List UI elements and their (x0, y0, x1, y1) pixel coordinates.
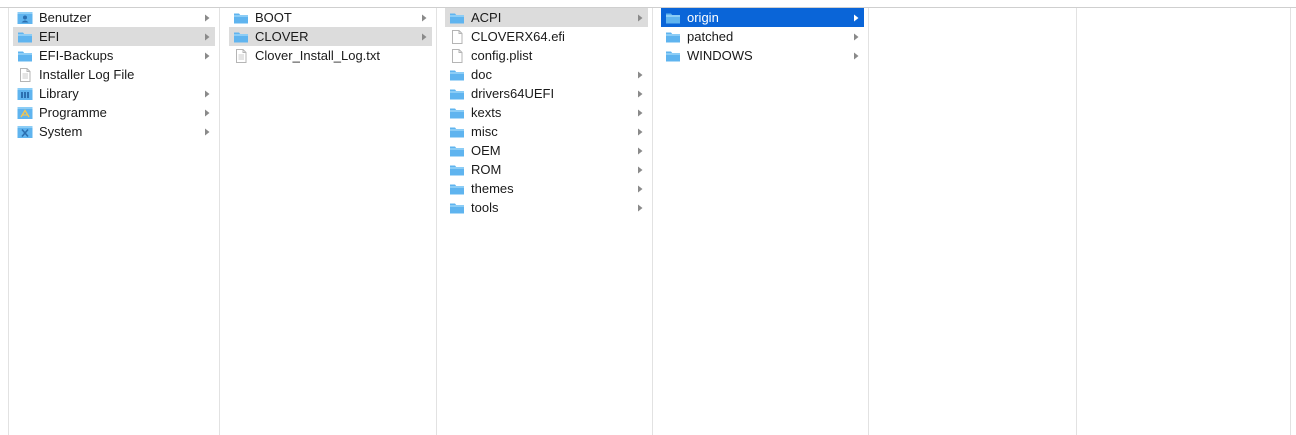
folder-row[interactable]: drivers64UEFI (445, 84, 648, 103)
folder-icon (665, 49, 681, 63)
chevron-right-icon (636, 203, 648, 213)
folder-icon (665, 11, 681, 25)
browser-column-5[interactable] (874, 8, 1077, 435)
chevron-right-icon (203, 13, 215, 23)
item-label: BOOT (255, 10, 292, 25)
folder-icon (449, 144, 465, 158)
item-label: WINDOWS (687, 48, 753, 63)
chevron-right-icon (636, 89, 648, 99)
folder-icon (449, 11, 465, 25)
chevron-right-icon (420, 32, 432, 42)
folder-row[interactable]: OEM (445, 141, 648, 160)
item-label: OEM (471, 143, 501, 158)
library-folder-icon (17, 87, 33, 101)
item-label: ROM (471, 162, 502, 177)
item-label: Library (39, 86, 79, 101)
users-folder-icon (17, 11, 33, 25)
item-label: config.plist (471, 48, 533, 63)
folder-icon (449, 68, 465, 82)
folder-icon (449, 182, 465, 196)
folder-row[interactable]: ACPI (445, 8, 648, 27)
chevron-right-icon (852, 13, 864, 23)
folder-row[interactable]: WINDOWS (661, 46, 864, 65)
item-label: Installer Log File (39, 67, 135, 82)
item-label: misc (471, 124, 498, 139)
item-label: CLOVER (255, 29, 309, 44)
folder-icon (17, 30, 33, 44)
applications-folder-icon (17, 106, 33, 120)
chevron-right-icon (203, 51, 215, 61)
folder-icon (665, 30, 681, 44)
folder-icon (449, 87, 465, 101)
browser-column-3[interactable]: ACPI CLOVERX64.efi config.plist doc drivers6… (441, 8, 653, 435)
folder-icon (449, 163, 465, 177)
blank-file-icon (449, 48, 465, 63)
folder-row[interactable]: ROM (445, 160, 648, 179)
chevron-right-icon (636, 165, 648, 175)
item-label: drivers64UEFI (471, 86, 555, 101)
item-label: EFI (39, 29, 60, 44)
folder-row[interactable]: doc (445, 65, 648, 84)
item-label: ACPI (471, 10, 502, 25)
folder-row[interactable]: BOOT (229, 8, 432, 27)
chevron-right-icon (203, 108, 215, 118)
item-label: patched (687, 29, 734, 44)
chevron-right-icon (852, 51, 864, 61)
item-label: doc (471, 67, 492, 82)
file-row[interactable]: CLOVERX64.efi (445, 27, 648, 46)
folder-icon (233, 11, 249, 25)
file-row[interactable]: Clover_Install_Log.txt (229, 46, 432, 65)
chevron-right-icon (203, 32, 215, 42)
item-label: Benutzer (39, 10, 92, 25)
chevron-right-icon (203, 89, 215, 99)
item-label: tools (471, 200, 499, 215)
chevron-right-icon (203, 127, 215, 137)
chevron-right-icon (852, 32, 864, 42)
folder-row[interactable]: patched (661, 27, 864, 46)
folder-row[interactable]: tools (445, 198, 648, 217)
item-label: kexts (471, 105, 502, 120)
item-label: themes (471, 181, 514, 196)
blank-file-icon (449, 29, 465, 44)
browser-column-2[interactable]: BOOT CLOVER Clover_Install_Log.txt (225, 8, 437, 435)
folder-icon (449, 106, 465, 120)
browser-column-6[interactable] (1079, 8, 1291, 435)
item-label: System (39, 124, 83, 139)
chevron-right-icon (636, 70, 648, 80)
chevron-right-icon (636, 127, 648, 137)
folder-icon (17, 49, 33, 63)
folder-row[interactable]: Benutzer (13, 8, 215, 27)
folder-row[interactable]: themes (445, 179, 648, 198)
file-row[interactable]: config.plist (445, 46, 648, 65)
system-folder-icon (17, 125, 33, 139)
chevron-right-icon (420, 13, 432, 23)
browser-column-1[interactable]: Benutzer EFI EFI-Backups Installer Log File… (8, 8, 220, 435)
chevron-right-icon (636, 13, 648, 23)
folder-row[interactable]: origin (661, 8, 864, 27)
chevron-right-icon (636, 108, 648, 118)
folder-row[interactable]: kexts (445, 103, 648, 122)
file-row[interactable]: Installer Log File (13, 65, 215, 84)
folder-icon (233, 30, 249, 44)
folder-row[interactable]: Programme (13, 103, 215, 122)
document-icon (17, 67, 33, 82)
folder-icon (449, 125, 465, 139)
item-label: Clover_Install_Log.txt (255, 48, 381, 63)
item-label: origin (687, 10, 719, 25)
folder-row[interactable]: CLOVER (229, 27, 432, 46)
folder-row[interactable]: misc (445, 122, 648, 141)
item-label: CLOVERX64.efi (471, 29, 565, 44)
chevron-right-icon (636, 184, 648, 194)
folder-row[interactable]: EFI-Backups (13, 46, 215, 65)
folder-row[interactable]: Library (13, 84, 215, 103)
folder-icon (449, 201, 465, 215)
item-label: Programme (39, 105, 107, 120)
document-icon (233, 48, 249, 63)
folder-row[interactable]: EFI (13, 27, 215, 46)
chevron-right-icon (636, 146, 648, 156)
browser-column-4[interactable]: origin patched WINDOWS (657, 8, 869, 435)
finder-column-browser: Benutzer EFI EFI-Backups Installer Log File… (0, 8, 1296, 435)
item-label: EFI-Backups (39, 48, 114, 63)
folder-row[interactable]: System (13, 122, 215, 141)
